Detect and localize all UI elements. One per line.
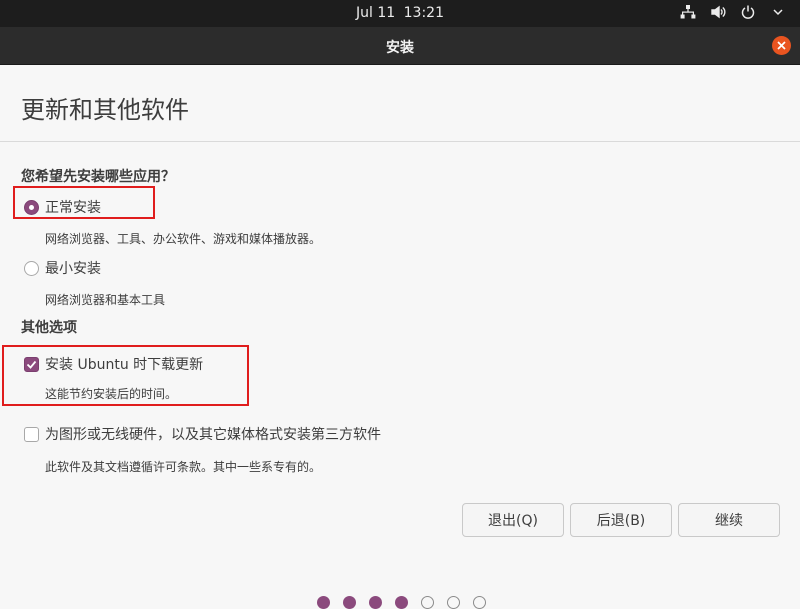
minimal-install-radio[interactable] — [24, 260, 39, 276]
back-button[interactable]: 后退(B) — [570, 503, 672, 537]
other-options-heading: 其他选项 — [21, 320, 77, 336]
normal-install-description: 网络浏览器、工具、办公软件、游戏和媒体播放器。 — [45, 232, 322, 246]
power-icon[interactable] — [740, 4, 756, 20]
close-icon — [777, 41, 786, 50]
page-title: 更新和其他软件 — [21, 96, 189, 124]
progress-dot — [342, 596, 356, 609]
window-header: 安装 — [0, 27, 800, 65]
progress-dot — [446, 596, 460, 609]
third-party-description: 此软件及其文档遵循许可条款。其中一些系专有的。 — [45, 460, 322, 474]
third-party-checkbox[interactable] — [24, 426, 39, 442]
progress-dot — [316, 596, 330, 609]
chevron-down-icon[interactable] — [770, 4, 786, 20]
apps-section-heading: 您希望先安装哪些应用？ — [21, 169, 175, 185]
quit-button[interactable]: 退出(Q) — [462, 503, 564, 537]
download-updates-description: 这能节约安装后的时间。 — [45, 387, 178, 401]
network-icon[interactable] — [680, 4, 696, 20]
download-updates-label: 安装 Ubuntu 时下载更新 — [45, 357, 204, 373]
system-tray — [680, 4, 786, 20]
header-divider — [0, 141, 800, 142]
progress-dot — [472, 596, 486, 609]
minimal-install-option[interactable]: 最小安装 — [24, 258, 101, 278]
progress-dot — [368, 596, 382, 609]
minimal-install-label: 最小安装 — [45, 261, 101, 277]
third-party-label: 为图形或无线硬件，以及其它媒体格式安装第三方软件 — [45, 427, 381, 443]
close-button[interactable] — [772, 36, 791, 55]
system-top-bar: Jul 11 13:21 — [0, 0, 800, 27]
clock-date: Jul 11 — [356, 5, 396, 21]
normal-install-option[interactable]: 正常安装 — [24, 197, 101, 217]
minimal-install-description: 网络浏览器和基本工具 — [45, 293, 166, 307]
normal-install-radio[interactable] — [24, 199, 39, 215]
volume-icon[interactable] — [710, 4, 726, 20]
progress-dot — [420, 596, 434, 609]
continue-button[interactable]: 继续 — [678, 503, 780, 537]
download-updates-option[interactable]: 安装 Ubuntu 时下载更新 — [24, 354, 203, 374]
third-party-option[interactable]: 为图形或无线硬件，以及其它媒体格式安装第三方软件 — [24, 424, 381, 444]
checkmark-icon — [26, 360, 37, 369]
window-title: 安装 — [386, 40, 414, 56]
clock-time: 13:21 — [403, 5, 444, 21]
normal-install-label: 正常安装 — [45, 200, 101, 216]
progress-dot — [394, 596, 408, 609]
progress-dots — [0, 596, 800, 609]
download-updates-checkbox[interactable] — [24, 356, 39, 372]
